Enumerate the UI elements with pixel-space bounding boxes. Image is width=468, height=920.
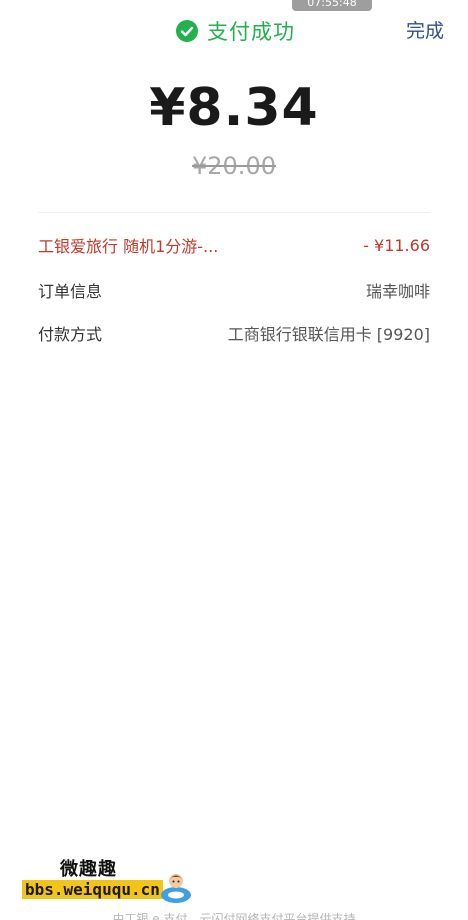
mascot-icon [161,874,191,903]
discount-row[interactable]: 工银爱旅行 随机1分游-... - ¥11.66 [38,233,430,257]
watermark-url: bbs.weiququ.cn [22,880,163,899]
payment-result-screen: 07:55:48 支付成功 完成 ¥8.34 ¥20.00 工银爱旅行 随机1分… [0,0,468,920]
order-info-value: 瑞幸咖啡 [365,282,430,301]
discount-value: - ¥11.66 [363,235,430,255]
done-button[interactable]: 完成 [406,16,444,43]
divider [38,212,430,213]
order-info-row[interactable]: 订单信息 瑞幸咖啡 [38,278,430,302]
check-circle-icon [176,20,198,42]
payment-method-row[interactable]: 付款方式 工商银行银联信用卡 [9920] [38,321,430,345]
footer-note: 由工银 e 支付、云闪付网络支付平台提供支持 [112,912,356,920]
payment-method-value: 工商银行银联信用卡 [9920] [227,325,430,344]
payment-method-label: 付款方式 [38,325,103,344]
watermark-title: 微趣趣 [60,859,117,880]
header: 支付成功 完成 [0,14,468,48]
paid-amount: ¥8.34 [149,78,319,138]
discount-label: 工银爱旅行 随机1分游-... [38,237,219,256]
status-bar-time: 07:55:48 [292,0,372,11]
order-info-label: 订单信息 [38,282,103,301]
original-amount: ¥20.00 [192,152,276,180]
watermark: 微趣趣 bbs.weiququ.cn [22,855,202,905]
payment-status: 支付成功 [176,16,295,46]
payment-status-text: 支付成功 [207,20,295,44]
